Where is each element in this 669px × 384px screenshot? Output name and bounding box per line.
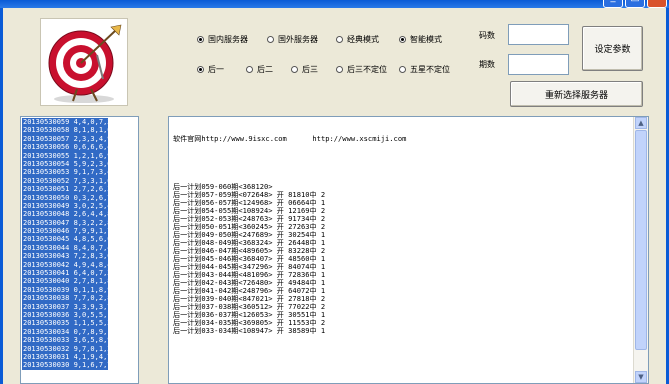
list-item[interactable]: 20130530035 1,1,5,5,3: [22, 319, 108, 327]
radio-icon[interactable]: [336, 36, 343, 43]
list-item[interactable]: 20130530046 7,9,9,1,7: [22, 227, 108, 235]
scroll-thumb[interactable]: [635, 130, 647, 350]
target-logo: [40, 18, 128, 106]
code-count-input[interactable]: [508, 24, 569, 45]
minimize-button[interactable]: _: [603, 0, 623, 8]
scroll-up-icon[interactable]: ▲: [635, 117, 647, 129]
window-controls: _ □ ×: [603, 0, 667, 8]
list-item[interactable]: 20130530057 2,3,3,4,9: [22, 135, 108, 143]
log-line: 后一计划033-034期<108947> 开 38589中 1: [173, 326, 326, 335]
list-item[interactable]: 20130530030 9,1,6,7,7: [22, 361, 108, 369]
close-button[interactable]: ×: [647, 0, 667, 8]
radio-icon[interactable]: [246, 66, 253, 73]
list-item[interactable]: 20130530045 4,8,5,6,0: [22, 235, 108, 243]
radio-icon[interactable]: [399, 36, 406, 43]
list-item[interactable]: 20130530041 6,4,0,7,2: [22, 269, 108, 277]
radio-icon[interactable]: [336, 66, 343, 73]
list-item[interactable]: 20130530036 3,0,5,5,1: [22, 311, 108, 319]
list-item[interactable]: 20130530047 8,3,2,2,8: [22, 219, 108, 227]
maximize-button[interactable]: □: [625, 0, 645, 8]
list-item[interactable]: 20130530031 4,1,9,4,7: [22, 353, 108, 361]
position-option-4[interactable]: 五星不定位: [399, 64, 450, 75]
list-item[interactable]: 20130530055 1,2,1,6,9: [22, 152, 108, 160]
list-item[interactable]: 20130530056 0,6,6,6,4: [22, 143, 108, 151]
position-option-1[interactable]: 后二: [246, 64, 273, 75]
list-item[interactable]: 20130530050 0,3,2,6,7: [22, 194, 108, 202]
window-frame-left: [0, 8, 3, 384]
log-blank-line: [173, 159, 406, 167]
list-item[interactable]: 20130530049 3,0,2,5,4: [22, 202, 108, 210]
radio-icon[interactable]: [197, 66, 204, 73]
log-header: 软件官网http://www.9isxc.com http://www.xscm…: [173, 134, 407, 143]
reselect-server-button[interactable]: 重新选择服务器: [510, 81, 643, 107]
log-output[interactable]: 软件官网http://www.9isxc.com http://www.xscm…: [168, 116, 649, 384]
history-list[interactable]: 20130530059 4,4,0,7,3 20130530058 8,1,8,1…: [20, 116, 139, 384]
position-option-0[interactable]: 后一: [197, 64, 224, 75]
list-item[interactable]: 20130530058 8,1,8,1,0: [22, 126, 108, 134]
code-count-label: 码数: [479, 31, 495, 40]
list-item[interactable]: 20130530033 3,6,5,8,9: [22, 336, 108, 344]
list-item[interactable]: 20130530054 5,9,2,3,6: [22, 160, 108, 168]
list-item[interactable]: 20130530044 8,4,0,7,4: [22, 244, 108, 252]
list-item[interactable]: 20130530042 4,9,4,8,4: [22, 261, 108, 269]
server-option-1[interactable]: 国外服务器: [267, 34, 318, 45]
list-item[interactable]: 20130530048 2,6,4,4,8: [22, 210, 108, 218]
list-item[interactable]: 20130530038 7,7,0,2,8: [22, 294, 108, 302]
server-option-2[interactable]: 经典模式: [336, 34, 379, 45]
radio-icon[interactable]: [291, 66, 298, 73]
list-item[interactable]: 20130530037 3,3,9,3,7: [22, 303, 108, 311]
list-item[interactable]: 20130530039 0,1,1,8,9: [22, 286, 108, 294]
list-item[interactable]: 20130530053 9,1,7,3,4: [22, 168, 108, 176]
target-icon: [41, 19, 127, 105]
period-count-input[interactable]: [508, 54, 569, 75]
period-count-label: 期数: [479, 60, 495, 69]
list-item[interactable]: 20130530043 7,2,8,3,6: [22, 252, 108, 260]
scroll-down-icon[interactable]: ▼: [635, 371, 647, 383]
server-option-0[interactable]: 国内服务器: [197, 34, 248, 45]
list-item[interactable]: 20130530032 9,7,0,1,2: [22, 345, 108, 353]
radio-icon[interactable]: [267, 36, 274, 43]
log-text: 软件官网http://www.9isxc.com http://www.xscm…: [173, 119, 406, 351]
list-item[interactable]: 20130530051 2,7,2,6,3: [22, 185, 108, 193]
radio-icon[interactable]: [197, 36, 204, 43]
log-lines: 后一计划059-060期<368120> 后一计划057-059期<072648>…: [173, 183, 406, 335]
position-option-3[interactable]: 后三不定位: [336, 64, 387, 75]
server-option-3[interactable]: 智能模式: [399, 34, 442, 45]
radio-icon[interactable]: [399, 66, 406, 73]
list-item[interactable]: 20130530040 2,7,8,1,8: [22, 277, 108, 285]
list-item[interactable]: 20130530034 0,7,8,9,1: [22, 328, 108, 336]
list-item[interactable]: 20130530052 7,3,3,1,0: [22, 177, 108, 185]
position-option-2[interactable]: 后三: [291, 64, 318, 75]
list-item[interactable]: 20130530059 4,4,0,7,3: [22, 118, 108, 126]
title-bar: [0, 0, 669, 8]
log-scrollbar[interactable]: ▲ ▼: [633, 117, 648, 383]
set-params-button[interactable]: 设定参数: [582, 26, 643, 71]
history-rows: 20130530059 4,4,0,7,3 20130530058 8,1,8,1…: [22, 118, 108, 370]
